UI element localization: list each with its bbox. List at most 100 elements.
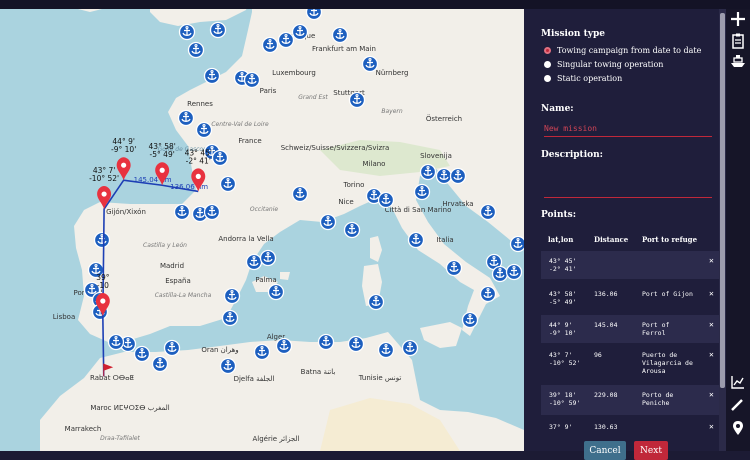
- remove-point-icon[interactable]: ✕: [709, 351, 714, 359]
- map-city-label: Tunisie تونس: [358, 374, 402, 382]
- port-anchor-icon[interactable]: [245, 253, 263, 271]
- port-anchor-icon[interactable]: [133, 345, 151, 363]
- map-city-label: Castilla-La Mancha: [155, 292, 212, 299]
- clipboard-icon[interactable]: [729, 32, 747, 50]
- right-toolbar: [726, 9, 750, 451]
- name-input[interactable]: New mission: [544, 124, 712, 137]
- radio-icon[interactable]: [544, 61, 551, 68]
- port-anchor-icon[interactable]: [377, 191, 395, 209]
- ruler-icon[interactable]: [729, 397, 747, 415]
- port-anchor-icon[interactable]: [221, 309, 239, 327]
- remove-point-icon[interactable]: ✕: [709, 257, 714, 265]
- port-anchor-icon[interactable]: [259, 249, 277, 267]
- port-anchor-icon[interactable]: [347, 335, 365, 353]
- waypoint-label: -9° 10': [111, 145, 136, 154]
- cell-distance: 96: [594, 351, 602, 359]
- port-anchor-icon[interactable]: [261, 36, 279, 54]
- port-anchor-icon[interactable]: [219, 357, 237, 375]
- map-city-label: Oran وهران: [201, 346, 238, 354]
- remove-point-icon[interactable]: ✕: [709, 290, 714, 298]
- cell-port: Porto de Peniche: [642, 391, 674, 407]
- port-anchor-icon[interactable]: [449, 167, 467, 185]
- option-label: Static operation: [557, 74, 623, 83]
- cell-distance: 136.06: [594, 290, 618, 298]
- ship-icon[interactable]: [729, 52, 747, 70]
- map-city-label: Gijón/Xixón: [106, 208, 146, 216]
- port-anchor-icon[interactable]: [407, 231, 425, 249]
- points-table-row: 43° 7' -10° 52' 96 Puerto de Vilagarcia de…: [541, 345, 721, 383]
- cell-latlon: 43° 7' -10° 52': [549, 351, 581, 367]
- location-pin-icon[interactable]: [729, 419, 747, 437]
- port-anchor-icon[interactable]: [151, 355, 169, 373]
- map-city-label: Occitanie: [250, 206, 278, 213]
- port-anchor-icon[interactable]: [187, 41, 205, 59]
- port-anchor-icon[interactable]: [367, 293, 385, 311]
- port-anchor-icon[interactable]: [277, 31, 295, 49]
- port-anchor-icon[interactable]: [361, 55, 379, 73]
- chart-icon[interactable]: [729, 373, 747, 391]
- port-anchor-icon[interactable]: [435, 167, 453, 185]
- map-city-label: Slovenija: [420, 152, 452, 160]
- port-anchor-icon[interactable]: [291, 185, 309, 203]
- port-anchor-icon[interactable]: [413, 183, 431, 201]
- map-city-label: Österreich: [426, 114, 462, 123]
- port-anchor-icon[interactable]: [479, 203, 497, 221]
- port-anchor-icon[interactable]: [491, 265, 509, 283]
- port-anchor-icon[interactable]: [195, 121, 213, 139]
- port-anchor-icon[interactable]: [291, 23, 309, 41]
- port-anchor-icon[interactable]: [343, 221, 361, 239]
- mission-type-option[interactable]: Static operation: [544, 74, 622, 83]
- port-anchor-icon[interactable]: [163, 339, 181, 357]
- waypoint-label: -5° 49': [150, 150, 175, 159]
- port-anchor-icon[interactable]: [461, 311, 479, 329]
- map-city-label: Batna باتنة: [301, 368, 336, 376]
- port-anchor-icon[interactable]: [401, 339, 419, 357]
- port-anchor-icon[interactable]: [93, 231, 111, 249]
- scrollbar-thumb[interactable]: [720, 13, 725, 388]
- cell-port: Port of Gijon: [642, 290, 693, 298]
- map-view[interactable]: Frankfurt am Main Luxembourg Nürnberg Renne…: [0, 0, 524, 451]
- radio-icon[interactable]: [544, 47, 551, 54]
- radio-icon[interactable]: [544, 75, 551, 82]
- port-anchor-icon[interactable]: [275, 337, 293, 355]
- mission-type-option[interactable]: Towing campaign from date to date: [544, 46, 701, 55]
- port-anchor-icon[interactable]: [107, 333, 125, 351]
- map-city-label: Centre-Val de Loire: [211, 121, 269, 128]
- description-input[interactable]: [544, 169, 712, 198]
- remove-point-icon[interactable]: ✕: [709, 423, 714, 431]
- remove-point-icon[interactable]: ✕: [709, 391, 714, 399]
- port-anchor-icon[interactable]: [203, 203, 221, 221]
- port-anchor-icon[interactable]: [267, 283, 285, 301]
- port-anchor-icon[interactable]: [317, 333, 335, 351]
- add-icon[interactable]: [729, 10, 747, 28]
- port-anchor-icon[interactable]: [223, 287, 241, 305]
- port-anchor-icon[interactable]: [319, 213, 337, 231]
- map-city-label: Marrakech: [65, 425, 102, 433]
- port-anchor-icon[interactable]: [479, 285, 497, 303]
- port-anchor-icon[interactable]: [348, 91, 366, 109]
- port-anchor-icon[interactable]: [243, 71, 261, 89]
- panel-scrollbar[interactable]: [719, 9, 726, 451]
- cell-distance: 130.63: [594, 423, 618, 431]
- port-anchor-icon[interactable]: [509, 235, 525, 253]
- port-anchor-icon[interactable]: [177, 109, 195, 127]
- port-anchor-icon[interactable]: [331, 26, 349, 44]
- port-anchor-icon[interactable]: [203, 67, 221, 85]
- map-city-label: Italia: [436, 236, 453, 244]
- port-anchor-icon[interactable]: [253, 343, 271, 361]
- mission-type-option[interactable]: Singular towing operation: [544, 60, 663, 69]
- port-anchor-icon[interactable]: [209, 21, 227, 39]
- port-anchor-icon[interactable]: [211, 149, 229, 167]
- map-city-label: Maroc ⵍⵎⵖⵔⵉⴱ المغرب: [90, 404, 169, 412]
- waypoint-label: -2° 41': [186, 156, 211, 165]
- port-anchor-icon[interactable]: [505, 263, 523, 281]
- port-anchor-icon[interactable]: [178, 23, 196, 41]
- port-anchor-icon[interactable]: [445, 259, 463, 277]
- port-anchor-icon[interactable]: [173, 203, 191, 221]
- port-anchor-icon[interactable]: [419, 163, 437, 181]
- points-title: Points:: [541, 210, 577, 220]
- port-anchor-icon[interactable]: [219, 175, 237, 193]
- port-anchor-icon[interactable]: [377, 341, 395, 359]
- remove-point-icon[interactable]: ✕: [709, 321, 714, 329]
- cell-port: Puerto de Vilagarcia de Arousa: [642, 351, 693, 375]
